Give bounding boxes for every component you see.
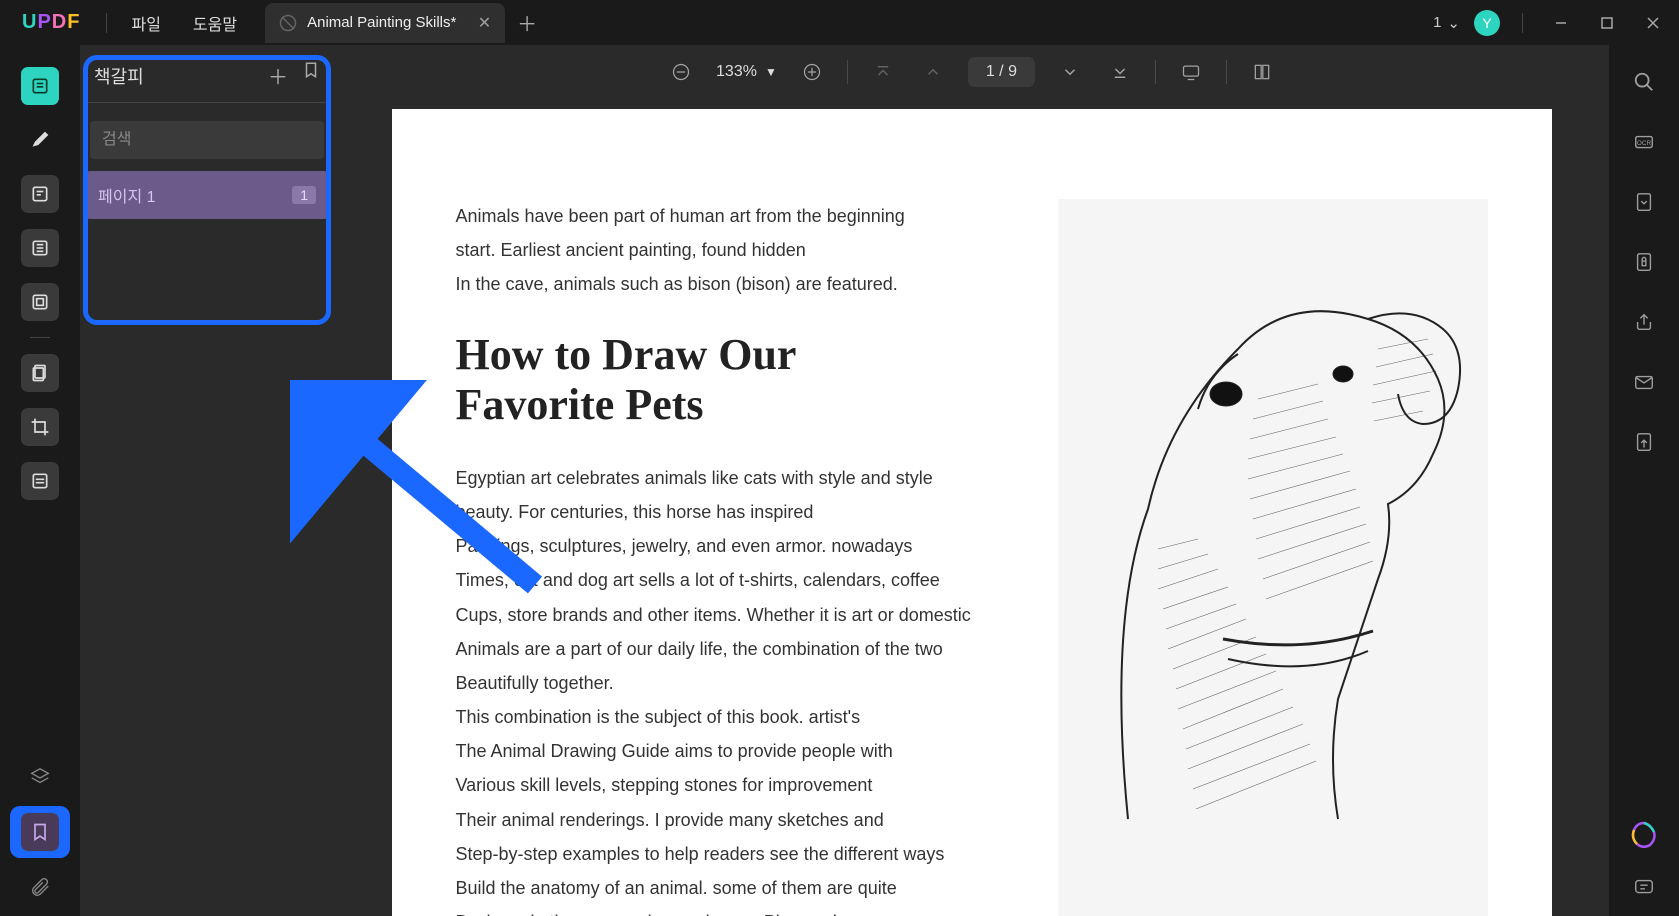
bookmark-item[interactable]: 페이지 1 1 <box>86 171 328 219</box>
bookmark-page-badge: 1 <box>292 186 316 204</box>
body-paragraph: Egyptian art celebrates animals like cat… <box>456 461 988 916</box>
bookmark-panel: 책갈피 ＋ 페이지 1 1 <box>80 45 334 916</box>
layers-icon[interactable] <box>25 762 55 792</box>
divider <box>1226 60 1227 84</box>
menu-file[interactable]: 파일 <box>115 11 176 35</box>
print-icon[interactable] <box>1629 427 1659 457</box>
document-tab[interactable]: Animal Painting Skills* ✕ <box>265 3 505 43</box>
last-page-icon[interactable] <box>1105 57 1135 87</box>
divider <box>847 60 848 84</box>
new-tab-button[interactable]: ＋ <box>517 8 537 37</box>
pages-tool[interactable] <box>21 354 59 392</box>
main-area: 책갈피 ＋ 페이지 1 1 133% ▼ <box>0 45 1679 916</box>
panel-header: 책갈피 ＋ <box>80 45 334 102</box>
close-button[interactable] <box>1637 7 1669 39</box>
left-rail-bottom <box>0 762 80 902</box>
document-toolbar: 133% ▼ 1 / 9 <box>334 45 1609 99</box>
user-count: 1 <box>1433 14 1441 31</box>
search-icon[interactable] <box>1629 67 1659 97</box>
bookmark-tool-highlight <box>10 806 70 858</box>
ocr-icon[interactable]: OCR <box>1629 127 1659 157</box>
minimize-button[interactable] <box>1545 7 1577 39</box>
svg-text:OCR: OCR <box>1637 140 1652 147</box>
bookmark-tool[interactable] <box>21 813 59 851</box>
divider <box>30 337 50 338</box>
tab-document-icon <box>279 14 297 32</box>
page-indicator[interactable]: 1 / 9 <box>968 57 1035 87</box>
titlebar: UPDF 파일 도움말 Animal Painting Skills* ✕ ＋ … <box>0 0 1679 45</box>
edit-tool[interactable] <box>21 175 59 213</box>
add-bookmark-icon[interactable]: ＋ <box>268 61 288 90</box>
chevron-down-icon: ⌄ <box>1447 14 1460 32</box>
zoom-level[interactable]: 133% ▼ <box>716 63 777 81</box>
left-tool-rail <box>0 45 80 916</box>
protect-icon[interactable] <box>1629 247 1659 277</box>
maximize-button[interactable] <box>1591 7 1623 39</box>
zoom-in-icon[interactable] <box>797 57 827 87</box>
search-input[interactable] <box>102 131 312 149</box>
zoom-out-icon[interactable] <box>666 57 696 87</box>
avatar[interactable]: Y <box>1474 10 1500 36</box>
tab-title: Animal Painting Skills* <box>307 14 468 31</box>
page-illustration <box>1058 199 1488 899</box>
attachment-icon[interactable] <box>25 872 55 902</box>
presentation-icon[interactable] <box>1176 57 1206 87</box>
dog-sketch-icon <box>1058 199 1488 916</box>
form-tool[interactable] <box>21 229 59 267</box>
bookmark-label: 페이지 1 <box>98 183 156 207</box>
document-scroll[interactable]: Animals have been part of human art from… <box>334 99 1609 916</box>
bookmark-ribbon-icon[interactable] <box>302 61 320 90</box>
email-icon[interactable] <box>1629 367 1659 397</box>
divider <box>88 102 326 103</box>
document-wrapper: 133% ▼ 1 / 9 <box>334 45 1609 916</box>
divider <box>1155 60 1156 84</box>
organize-tool[interactable] <box>21 283 59 321</box>
chat-icon[interactable] <box>1629 872 1659 902</box>
ai-assistant-icon[interactable] <box>1629 820 1659 850</box>
reader-tool[interactable] <box>21 67 59 105</box>
page-heading: How to Draw Our Favorite Pets <box>456 330 988 431</box>
prev-page-icon[interactable] <box>918 57 948 87</box>
crop-tool[interactable] <box>21 408 59 446</box>
layout-icon[interactable] <box>1247 57 1277 87</box>
titlebar-right: 1 ⌄ Y <box>1433 0 1669 45</box>
bookmark-search[interactable] <box>90 121 324 159</box>
right-tool-rail: OCR <box>1609 45 1679 916</box>
share-icon[interactable] <box>1629 307 1659 337</box>
first-page-icon[interactable] <box>868 57 898 87</box>
divider <box>1522 13 1523 33</box>
comment-tool[interactable] <box>21 121 59 159</box>
menu-help[interactable]: 도움말 <box>177 11 253 35</box>
right-rail-bottom <box>1609 820 1679 902</box>
next-page-icon[interactable] <box>1055 57 1085 87</box>
page-text-column: Animals have been part of human art from… <box>456 199 988 876</box>
app-logo: UPDF <box>22 11 80 34</box>
divider <box>106 13 107 33</box>
user-badge[interactable]: 1 ⌄ <box>1433 14 1460 32</box>
tab-close-icon[interactable]: ✕ <box>478 13 491 33</box>
convert-icon[interactable] <box>1629 187 1659 217</box>
redact-tool[interactable] <box>21 462 59 500</box>
intro-paragraph: Animals have been part of human art from… <box>456 199 988 302</box>
pdf-page: Animals have been part of human art from… <box>392 109 1552 916</box>
chevron-down-icon: ▼ <box>765 65 777 79</box>
panel-title: 책갈피 <box>94 63 144 89</box>
